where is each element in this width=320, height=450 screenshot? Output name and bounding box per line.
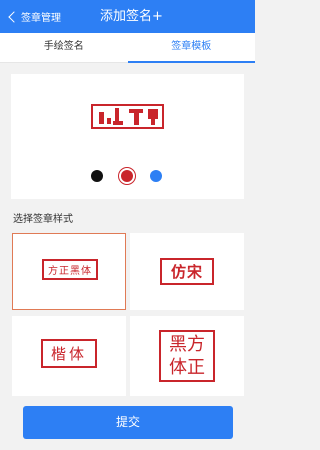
back-label: 签章管理 — [21, 13, 61, 24]
style-stamp-text: 黑方 体正 — [159, 330, 215, 382]
chevron-left-icon — [8, 10, 20, 23]
color-option-blue[interactable] — [150, 170, 162, 182]
tab-hand-drawn[interactable]: 手绘签名 — [0, 33, 128, 62]
section-label: 选择签章样式 — [13, 214, 73, 225]
page-title: 添加签名+ — [100, 9, 163, 24]
style-stamp-text: 方正黑体 — [42, 259, 98, 280]
signature-preview — [11, 74, 244, 199]
style-stamp-text: 楷体 — [41, 339, 97, 368]
back-button[interactable]: 签章管理 — [4, 0, 61, 33]
style-card-fangzheng-heiti[interactable]: 方正黑体 — [12, 233, 126, 310]
submit-button[interactable]: 提交 — [23, 406, 233, 439]
tab-bar: 手绘签名 签章模板 — [0, 33, 255, 63]
style-card-heiti-square[interactable]: 黑方 体正 — [130, 316, 244, 396]
tab-template[interactable]: 签章模板 — [127, 33, 256, 63]
header-bar: 签章管理 添加签名+ — [0, 0, 255, 33]
color-option-red[interactable] — [118, 167, 136, 185]
color-picker — [11, 166, 244, 186]
style-stamp-text: 仿宋 — [160, 258, 214, 285]
style-card-fangsong[interactable]: 仿宋 — [130, 233, 244, 310]
style-card-kaiti[interactable]: 楷体 — [12, 316, 126, 396]
color-option-black[interactable] — [91, 170, 103, 182]
stamp-preview-image — [91, 104, 164, 129]
